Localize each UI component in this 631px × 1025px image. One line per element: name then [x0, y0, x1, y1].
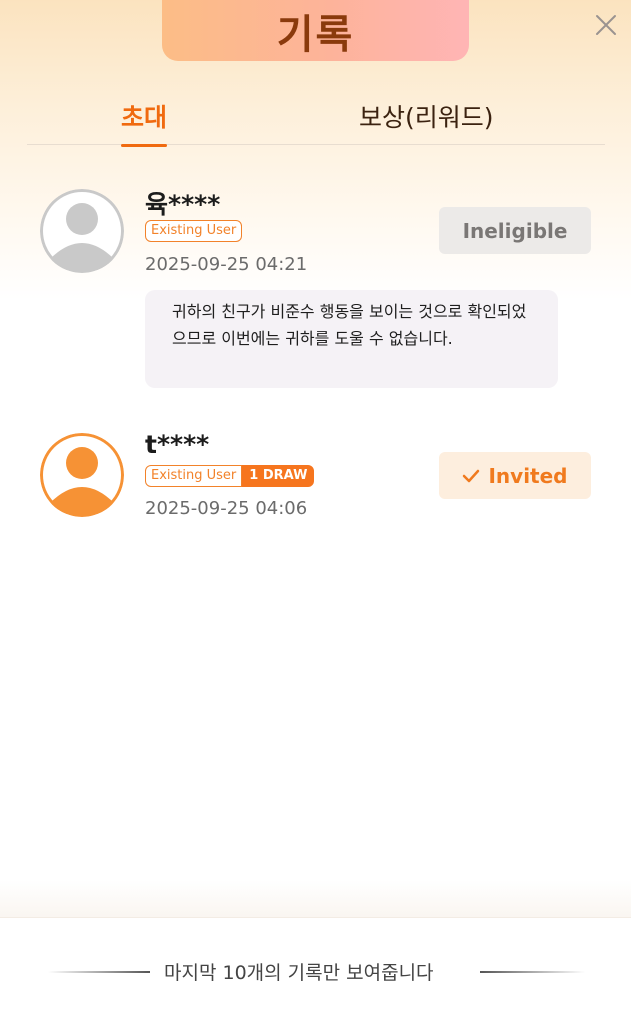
footer: 마지막 10개의 기록만 보여줍니다 — [0, 917, 631, 1025]
existing-user-badge: Existing User — [145, 220, 243, 242]
status-ineligible-button: Ineligible — [439, 207, 591, 254]
footer-text: 마지막 10개의 기록만 보여줍니다 — [164, 962, 434, 984]
existing-user-badge: Existing User — [145, 465, 243, 487]
footer-divider-left — [48, 971, 150, 973]
tab-reward[interactable]: 보상(리워드) — [359, 98, 494, 134]
record-date: 2025-09-25 04:21 — [145, 254, 308, 275]
close-icon — [596, 15, 616, 35]
check-icon — [462, 469, 480, 483]
note-text: 귀하의 친구가 비준수 행동을 보이는 것으로 확인되었으므로 이번에는 귀하를… — [172, 302, 527, 348]
close-button[interactable] — [591, 10, 621, 40]
record-date: 2025-09-25 04:06 — [145, 498, 308, 519]
tab-invite[interactable]: 초대 — [121, 98, 168, 147]
footer-divider-right — [480, 971, 585, 973]
title-banner: 기록 — [162, 0, 469, 61]
draw-count-badge: 1 DRAW — [242, 465, 315, 487]
username: t**** — [145, 430, 210, 459]
tab-bar: 초대 보상(리워드) — [27, 90, 605, 147]
badge-group: Existing User — [145, 220, 243, 242]
footer-fade — [0, 880, 631, 917]
username: 육**** — [145, 190, 221, 219]
ineligible-note: 귀하의 친구가 비준수 행동을 보이는 것으로 확인되었으므로 이번에는 귀하를… — [145, 290, 558, 388]
avatar — [40, 433, 124, 517]
badge-group: Existing User 1 DRAW — [145, 465, 315, 487]
status-label: Ineligible — [462, 218, 568, 243]
page-title: 기록 — [276, 11, 355, 58]
status-invited-button: Invited — [439, 452, 591, 499]
avatar — [40, 189, 124, 273]
status-label: Invited — [488, 463, 568, 488]
